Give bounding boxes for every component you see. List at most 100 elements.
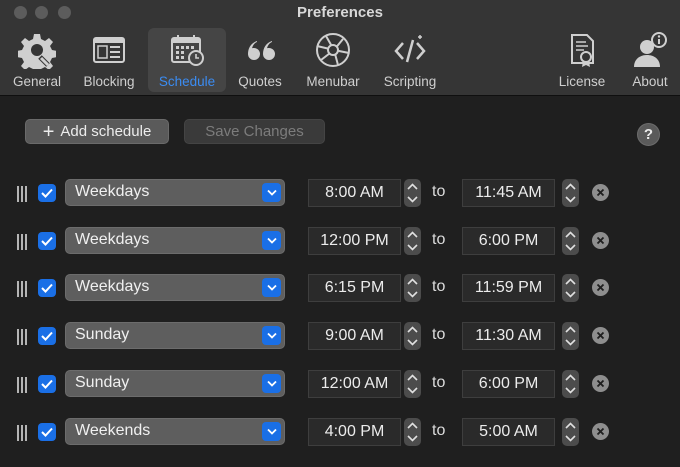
enabled-checkbox[interactable]	[38, 279, 56, 297]
plus-icon: +	[42, 120, 55, 143]
drag-handle-icon[interactable]	[17, 377, 29, 393]
start-time-field[interactable]: 12:00 PM	[308, 227, 401, 255]
chevron-down-icon	[407, 291, 418, 298]
chevron-up-icon	[565, 231, 576, 238]
chevron-up-icon	[565, 422, 576, 429]
delete-schedule-button[interactable]	[592, 423, 609, 440]
schedule-row: Sunday 12:00 AM to 6:00 PM	[0, 370, 680, 400]
drag-handle-icon[interactable]	[17, 425, 29, 441]
to-label: to	[432, 422, 446, 439]
tab-quotes[interactable]: Quotes	[232, 28, 288, 92]
chevron-down-icon	[565, 291, 576, 298]
tab-about[interactable]: About	[622, 28, 678, 92]
days-select[interactable]: Weekdays	[65, 274, 285, 301]
schedule-row: Weekdays 8:00 AM to 11:45 AM	[0, 179, 680, 209]
end-time-stepper[interactable]	[562, 370, 579, 398]
end-time-stepper[interactable]	[562, 227, 579, 255]
drag-handle-icon[interactable]	[17, 186, 29, 202]
chevron-down-icon	[262, 278, 281, 297]
chevron-down-icon	[407, 435, 418, 442]
start-time-field[interactable]: 4:00 PM	[308, 418, 401, 446]
add-schedule-button[interactable]: + Add schedule	[25, 119, 169, 144]
tab-general[interactable]: General	[4, 28, 70, 92]
chevron-up-icon	[565, 278, 576, 285]
add-schedule-label: Add schedule	[60, 123, 152, 140]
tab-license[interactable]: License	[552, 28, 612, 92]
start-time-stepper[interactable]	[404, 322, 421, 350]
person-info-icon	[634, 32, 667, 67]
tab-label: General	[12, 74, 62, 89]
end-time-stepper[interactable]	[562, 179, 579, 207]
help-button[interactable]: ?	[637, 123, 660, 146]
enabled-checkbox[interactable]	[38, 423, 56, 441]
days-select[interactable]: Weekdays	[65, 179, 285, 206]
tab-label: Scripting	[383, 74, 437, 89]
end-time-field[interactable]: 5:00 AM	[462, 418, 555, 446]
start-time-stepper[interactable]	[404, 179, 421, 207]
chevron-down-icon	[565, 387, 576, 394]
tab-blocking[interactable]: Blocking	[76, 28, 142, 92]
start-time-field[interactable]: 9:00 AM	[308, 322, 401, 350]
start-time-stepper[interactable]	[404, 418, 421, 446]
save-changes-button[interactable]: Save Changes	[184, 119, 325, 144]
chevron-up-icon	[407, 231, 418, 238]
drag-handle-icon[interactable]	[17, 329, 29, 345]
tab-scripting[interactable]: Scripting	[376, 28, 444, 92]
start-time-field[interactable]: 8:00 AM	[308, 179, 401, 207]
delete-schedule-button[interactable]	[592, 327, 609, 344]
end-time-field[interactable]: 11:30 AM	[462, 322, 555, 350]
enabled-checkbox[interactable]	[38, 375, 56, 393]
days-select[interactable]: Sunday	[65, 370, 285, 397]
days-value: Weekends	[75, 422, 151, 439]
days-value: Weekdays	[75, 231, 150, 248]
end-time-stepper[interactable]	[562, 274, 579, 302]
end-time-field[interactable]: 6:00 PM	[462, 370, 555, 398]
enabled-checkbox[interactable]	[38, 184, 56, 202]
delete-schedule-button[interactable]	[592, 375, 609, 392]
tab-menubar[interactable]: Menubar	[298, 28, 368, 92]
end-time-field[interactable]: 11:45 AM	[462, 179, 555, 207]
days-select[interactable]: Sunday	[65, 322, 285, 349]
days-value: Weekdays	[75, 278, 150, 295]
tab-schedule[interactable]: Schedule	[148, 28, 226, 92]
delete-schedule-button[interactable]	[592, 184, 609, 201]
window-title: Preferences	[297, 4, 383, 21]
end-time-stepper[interactable]	[562, 418, 579, 446]
save-changes-label: Save Changes	[205, 123, 304, 140]
drag-handle-icon[interactable]	[17, 234, 29, 250]
days-select[interactable]: Weekdays	[65, 227, 285, 254]
end-time-stepper[interactable]	[562, 322, 579, 350]
start-time-stepper[interactable]	[404, 227, 421, 255]
tab-label: License	[558, 74, 606, 89]
schedule-row: Weekends 4:00 PM to 5:00 AM	[0, 418, 680, 448]
chevron-up-icon	[407, 374, 418, 381]
start-time-field[interactable]: 6:15 PM	[308, 274, 401, 302]
end-time-field[interactable]: 6:00 PM	[462, 227, 555, 255]
start-time-stepper[interactable]	[404, 370, 421, 398]
tab-label: Quotes	[238, 74, 282, 89]
start-time-stepper[interactable]	[404, 274, 421, 302]
end-time-field[interactable]: 11:59 PM	[462, 274, 555, 302]
schedule-row: Weekdays 12:00 PM to 6:00 PM	[0, 227, 680, 257]
tab-label: Schedule	[158, 74, 216, 89]
chevron-down-icon	[565, 435, 576, 442]
enabled-checkbox[interactable]	[38, 327, 56, 345]
close-icon	[596, 236, 605, 245]
close-icon	[596, 283, 605, 292]
chevron-down-icon	[565, 196, 576, 203]
delete-schedule-button[interactable]	[592, 279, 609, 296]
chevron-up-icon	[407, 326, 418, 333]
tab-label: Blocking	[83, 74, 135, 89]
chevron-down-icon	[565, 339, 576, 346]
days-value: Weekdays	[75, 183, 150, 200]
code-icon	[394, 35, 426, 63]
delete-schedule-button[interactable]	[592, 232, 609, 249]
days-select[interactable]: Weekends	[65, 418, 285, 445]
schedule-row: Weekdays 6:15 PM to 11:59 PM	[0, 274, 680, 304]
browser-window-icon	[93, 37, 125, 63]
start-time-field[interactable]: 12:00 AM	[308, 370, 401, 398]
close-icon	[596, 379, 605, 388]
drag-handle-icon[interactable]	[17, 281, 29, 297]
enabled-checkbox[interactable]	[38, 232, 56, 250]
calendar-clock-icon	[171, 35, 204, 66]
